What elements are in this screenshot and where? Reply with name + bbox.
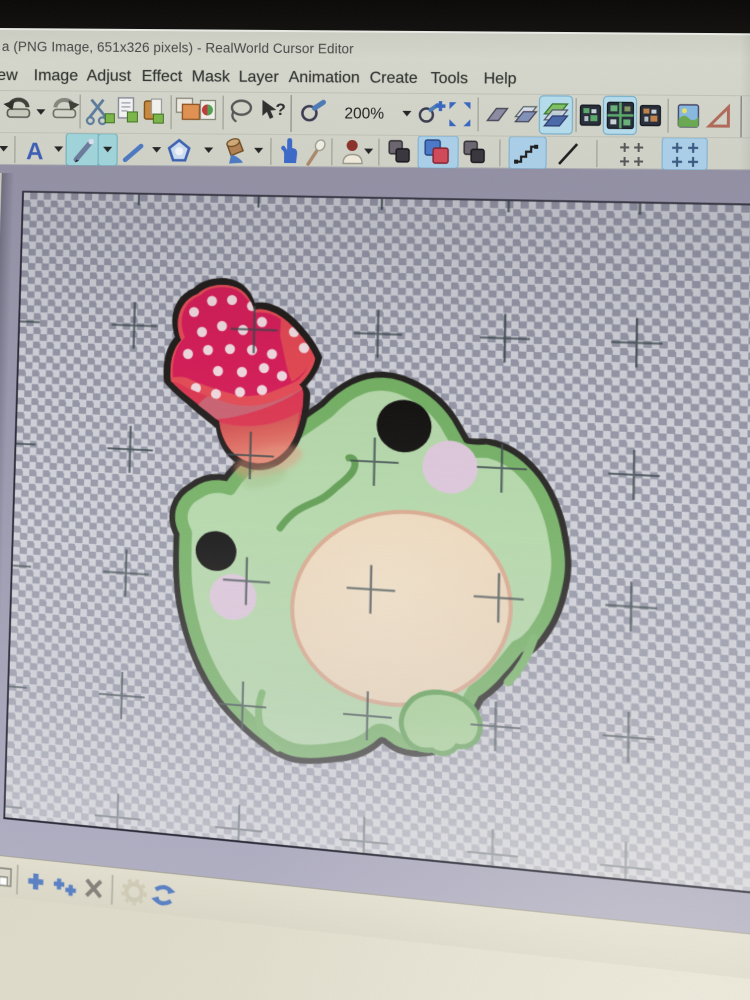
svg-text:A: A [26,138,44,165]
svg-text:?: ? [275,100,286,119]
svg-text:200%: 200% [344,105,384,122]
